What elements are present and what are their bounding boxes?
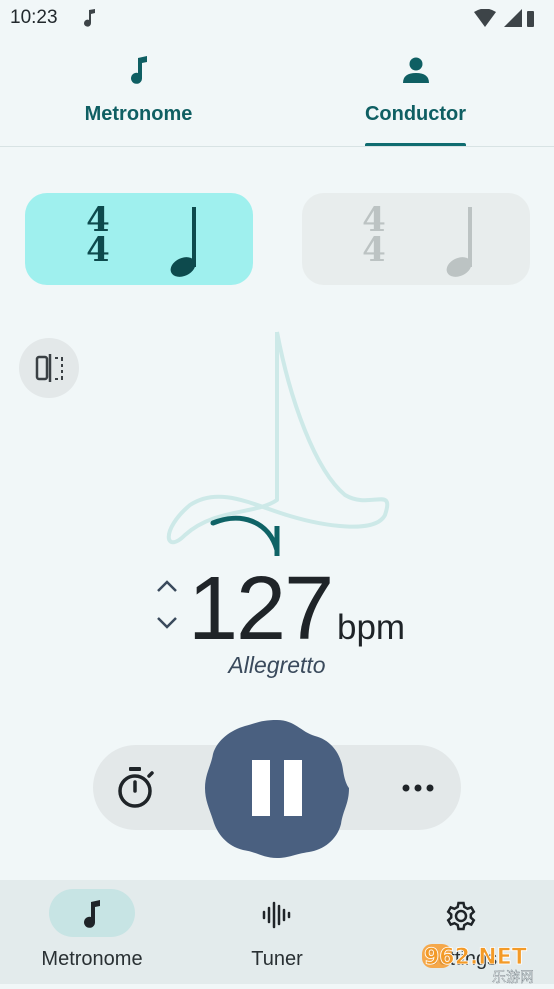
tempo-increase-button[interactable] bbox=[155, 578, 179, 599]
mode-tabs: Metronome Conductor bbox=[0, 38, 554, 146]
status-bar: 10:23 bbox=[0, 0, 554, 38]
time-signature-card-inactive[interactable]: 4 4 bbox=[302, 193, 530, 285]
beat-arc bbox=[210, 515, 280, 553]
bpm-value[interactable]: 127 bbox=[188, 558, 334, 661]
tempo-marking: Allegretto bbox=[228, 652, 326, 678]
nav-item-metronome[interactable]: Metronome bbox=[0, 880, 184, 984]
bpm-unit: bpm bbox=[337, 608, 406, 647]
tab-metronome[interactable]: Metronome bbox=[0, 38, 277, 146]
pause-button[interactable] bbox=[205, 718, 349, 858]
waveform-icon bbox=[261, 900, 293, 935]
chevron-down-icon bbox=[157, 617, 177, 629]
time-signature-denominator: 4 bbox=[362, 230, 386, 270]
tab-label: Conductor bbox=[364, 103, 467, 125]
more-horizontal-icon bbox=[402, 784, 434, 792]
svg-text:乐游网: 乐游网 bbox=[492, 970, 534, 984]
divider bbox=[0, 146, 554, 147]
nav-label: Metronome bbox=[41, 948, 143, 970]
music-notification-icon bbox=[82, 8, 98, 33]
svg-text:962.NET: 962.NET bbox=[424, 945, 527, 970]
scalloped-button-shape bbox=[205, 720, 349, 858]
watermark-logo: 962.NET 乐游网 bbox=[420, 938, 554, 986]
person-icon bbox=[402, 56, 430, 89]
more-options-button[interactable] bbox=[395, 768, 441, 808]
nav-label: Tuner bbox=[251, 948, 303, 970]
status-time: 10:23 bbox=[10, 7, 58, 28]
chevron-up-icon bbox=[157, 580, 177, 592]
quarter-note-icon bbox=[444, 205, 476, 284]
conductor-pattern bbox=[166, 331, 390, 556]
tab-conductor[interactable]: Conductor bbox=[277, 38, 554, 146]
quarter-note-icon bbox=[168, 205, 200, 284]
tempo-decrease-button[interactable] bbox=[155, 615, 179, 636]
tab-label: Metronome bbox=[84, 103, 193, 125]
battery-icon bbox=[527, 11, 534, 27]
timer-icon bbox=[118, 767, 154, 808]
music-note-icon bbox=[81, 900, 103, 935]
nav-item-tuner[interactable]: Tuner bbox=[185, 880, 369, 984]
time-signature-denominator: 4 bbox=[86, 230, 110, 270]
signal-icon bbox=[504, 9, 522, 27]
time-signature: 4 4 bbox=[83, 203, 113, 270]
music-note-icon bbox=[128, 56, 150, 91]
timer-button[interactable] bbox=[113, 763, 159, 813]
conductor-path bbox=[166, 331, 390, 545]
time-signature: 4 4 bbox=[359, 203, 389, 270]
wifi-icon bbox=[474, 8, 496, 27]
gear-icon bbox=[445, 900, 477, 937]
time-signature-card-active[interactable]: 4 4 bbox=[25, 193, 253, 285]
status-icons bbox=[474, 8, 534, 34]
